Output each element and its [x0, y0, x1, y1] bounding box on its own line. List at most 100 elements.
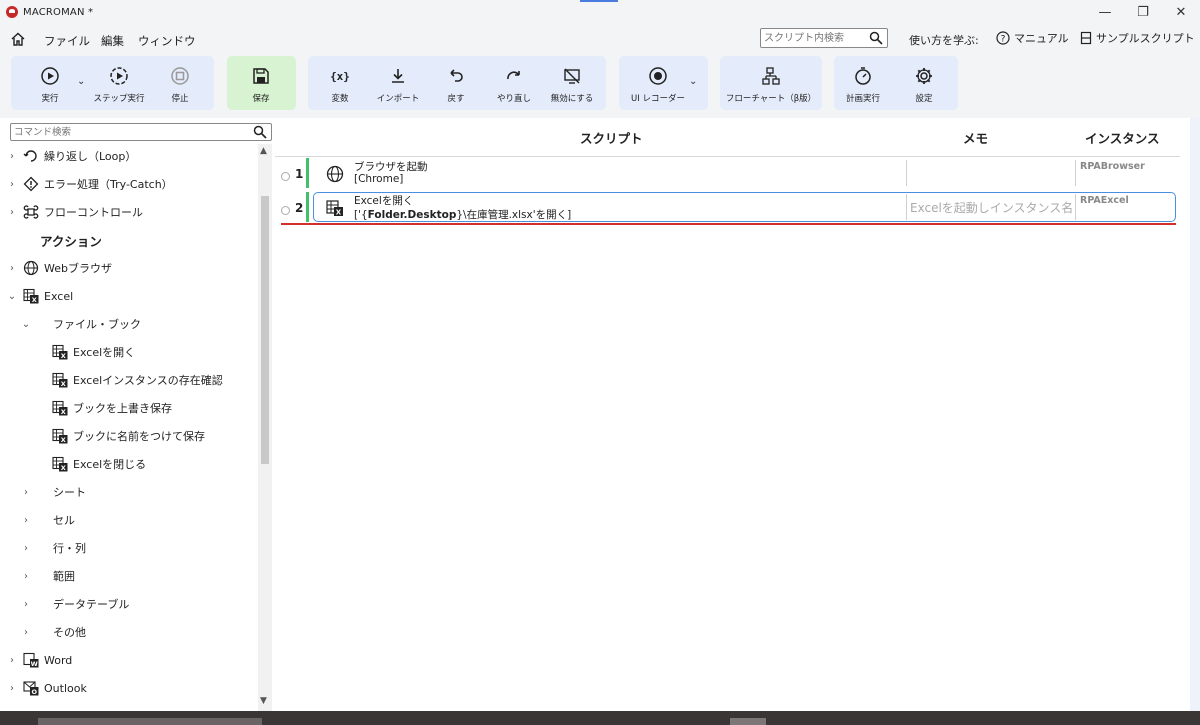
loop-icon [23, 148, 39, 164]
row-memo[interactable]: Excelを起動しインスタンス名 [910, 199, 1073, 216]
tree-item-label: Webブラウザ [44, 262, 112, 275]
run-dropdown-icon[interactable]: ⌄ [77, 76, 85, 87]
tree-item[interactable]: › O Outlook [7, 677, 87, 699]
chevron-right-icon[interactable]: › [7, 207, 17, 218]
run-button[interactable]: 実行 [18, 66, 82, 104]
tree-item[interactable]: › データテーブル [21, 593, 129, 615]
row-instance: RPAExcel [1080, 195, 1129, 206]
tree-item-label: ブックを上書き保存 [73, 402, 172, 415]
tree-item[interactable]: ⌄ X Excel [7, 285, 73, 307]
globe-icon [23, 260, 39, 276]
menu-edit[interactable]: 編集 [101, 33, 124, 49]
manual-label: マニュアル [1014, 32, 1069, 45]
command-search-input[interactable] [11, 124, 247, 141]
disable-button[interactable]: 無効にする [540, 66, 604, 104]
breakpoint-toggle[interactable] [281, 172, 290, 181]
chevron-right-icon[interactable]: › [21, 599, 31, 610]
tree-item[interactable]: › フローコントロール [7, 201, 143, 223]
tree-item[interactable]: X Excelを開く [46, 341, 135, 363]
settings-button[interactable]: 設定 [892, 66, 956, 104]
import-button[interactable]: インポート [366, 66, 430, 104]
tree-item[interactable]: › 範囲 [21, 565, 75, 587]
close-button[interactable]: ✕ [1162, 0, 1200, 24]
chevron-right-icon[interactable]: › [7, 263, 17, 274]
minimize-button[interactable]: — [1086, 0, 1124, 24]
stop-button[interactable]: 停止 [148, 66, 212, 104]
maximize-button[interactable]: ❐ [1124, 0, 1162, 24]
taskbar-item[interactable] [38, 718, 262, 725]
sidebar-scrollbar[interactable]: ▲ ▼ [258, 144, 272, 711]
save-button[interactable]: 保存 [229, 66, 293, 104]
command-icon [23, 204, 39, 220]
tree-item[interactable]: › エラー処理（Try-Catch） [7, 173, 173, 195]
variable-button[interactable]: {x} 変数 [308, 66, 372, 104]
tree-item[interactable]: › W Word [7, 649, 72, 671]
search-icon[interactable] [869, 31, 883, 45]
tree-item[interactable]: ⌄ ファイル・ブック [21, 313, 141, 335]
chevron-down-icon[interactable]: ⌄ [21, 319, 31, 330]
step-run-button[interactable]: ステップ実行 [87, 66, 151, 104]
manual-link[interactable]: ? マニュアル [996, 30, 1069, 46]
tree-item[interactable]: › セル [21, 509, 75, 531]
header-script: スクリプト [580, 131, 643, 146]
schedule-group: 計画実行 設定 [834, 56, 958, 110]
script-row[interactable]: 1 ブラウザを起動 [Chrome] RPABrowser [275, 158, 1180, 190]
tree-item[interactable]: X ブックを上書き保存 [46, 397, 172, 419]
tree-item[interactable]: › Webブラウザ [7, 257, 112, 279]
svg-text:X: X [61, 464, 66, 472]
taskbar-item[interactable] [730, 718, 766, 725]
svg-text:?: ? [1001, 35, 1006, 45]
chevron-right-icon[interactable]: › [21, 627, 31, 638]
play-icon [41, 67, 59, 85]
home-icon[interactable] [10, 31, 26, 47]
tree-item-label: データテーブル [53, 598, 130, 611]
breakpoint-toggle[interactable] [281, 206, 290, 215]
tree-item[interactable]: › 行・列 [21, 537, 86, 559]
chevron-right-icon[interactable]: › [21, 571, 31, 582]
schedule-button[interactable]: 計画実行 [831, 66, 895, 104]
chevron-right-icon[interactable]: › [21, 515, 31, 526]
script-search-input[interactable] [761, 29, 865, 47]
script-row-selected[interactable]: 2 X Excelを開く ['{Folder.Desktop}\在庫管理.xls… [275, 192, 1180, 224]
tree-item[interactable]: › その他 [21, 621, 86, 643]
excel-icon: X [52, 344, 68, 360]
flowchart-button[interactable]: フローチャート（β版） [723, 66, 819, 104]
scroll-up-icon[interactable]: ▲ [260, 146, 267, 156]
menu-file[interactable]: ファイル [44, 33, 90, 49]
chevron-right-icon[interactable]: › [7, 655, 17, 666]
tree-item-label: 範囲 [53, 570, 75, 583]
scroll-down-icon[interactable]: ▼ [260, 696, 267, 706]
row-title: ブラウザを起動 [354, 161, 428, 173]
sidebar-scroll-thumb[interactable] [261, 196, 269, 464]
tree-item[interactable]: › 繰り返し（Loop） [7, 145, 136, 167]
toolbar: 実行 ⌄ ステップ実行 停止 保存 {x} 変数 インポート 戻す やり直し 無… [0, 54, 1200, 118]
redo-button[interactable]: やり直し [482, 66, 546, 104]
menu-window[interactable]: ウィンドウ [138, 33, 196, 49]
chevron-down-icon[interactable]: ⌄ [7, 291, 17, 302]
app-logo-icon [6, 6, 18, 18]
chevron-right-icon[interactable]: › [7, 683, 17, 694]
chevron-right-icon[interactable]: › [7, 151, 17, 162]
row-instance: RPABrowser [1080, 161, 1145, 172]
memo-divider [906, 160, 907, 186]
command-sidebar: › 繰り返し（Loop） › エラー処理（Try-Catch） › フローコントロールアク… [0, 118, 275, 711]
error-underline [281, 223, 1176, 225]
chevron-right-icon[interactable]: › [7, 179, 17, 190]
tree-item[interactable]: X ブックに名前をつけて保存 [46, 425, 205, 447]
recorder-dropdown-icon[interactable]: ⌄ [689, 76, 697, 87]
chevron-right-icon[interactable]: › [21, 487, 31, 498]
detail-variable: Folder.Desktop [367, 209, 457, 221]
tree-item-label: Outlook [44, 681, 87, 695]
tree-item[interactable]: › シート [21, 481, 86, 503]
sample-script-link[interactable]: サンプルスクリプト [1080, 30, 1195, 46]
chevron-right-icon[interactable]: › [21, 543, 31, 554]
undo-button[interactable]: 戻す [424, 66, 488, 104]
tree-item[interactable]: X Excelを閉じる [46, 453, 146, 475]
main-scrollbar[interactable] [1190, 118, 1200, 711]
search-icon[interactable] [253, 125, 267, 139]
flowchart-group: フローチャート（β版） [720, 56, 822, 110]
excel-icon: X [52, 400, 68, 416]
tree-item[interactable]: X Excelインスタンスの存在確認 [46, 369, 223, 391]
ui-recorder-button[interactable]: UI レコーダー [626, 66, 690, 104]
tree-item-label: フローコントロール [44, 206, 143, 219]
